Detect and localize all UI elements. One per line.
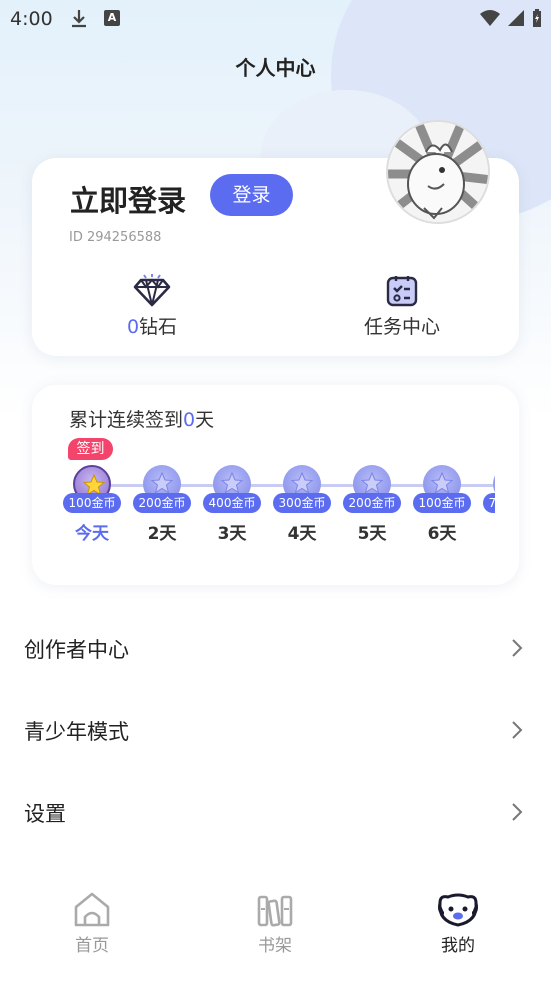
- sign-badge[interactable]: 签到: [68, 438, 113, 460]
- status-indicators: [479, 8, 543, 28]
- checkin-day[interactable]: 200金币 2天: [132, 465, 192, 544]
- status-bar: 4:00 A: [0, 0, 551, 38]
- wifi-icon: [480, 10, 500, 26]
- day-label: 今天: [75, 524, 109, 544]
- menu-label: 设置: [24, 802, 66, 826]
- day-label: 7天: [482, 519, 495, 544]
- profile-icon: [438, 893, 478, 927]
- menu-item-teen-mode[interactable]: 青少年模式: [0, 700, 551, 760]
- checkin-day[interactable]: 100金币 今天: [62, 465, 122, 544]
- checkin-track: 100金币 今天 200金币 2天 400金币 3天 300金币 4天 200金…: [62, 465, 495, 545]
- chevron-right-icon: [512, 803, 523, 821]
- reward-label: 700金币: [483, 493, 495, 513]
- tab-profile[interactable]: 我的: [413, 891, 503, 956]
- home-icon: [74, 892, 110, 927]
- checkin-count: 0: [183, 409, 196, 431]
- download-icon: [70, 8, 88, 32]
- day-label: 4天: [287, 524, 317, 544]
- task-label: 任务中心: [363, 316, 440, 338]
- task-center[interactable]: 任务中心: [342, 274, 462, 339]
- page-title: 个人中心: [235, 56, 316, 80]
- chevron-right-icon: [512, 639, 523, 657]
- checkin-day[interactable]: 700金币 7天: [482, 465, 495, 544]
- status-time: 4:00: [10, 8, 53, 30]
- tab-home[interactable]: 首页: [47, 891, 137, 956]
- user-id: ID 294256588: [69, 230, 162, 245]
- checkin-title-suffix: 天: [195, 409, 215, 431]
- checkin-title: 累计连续签到0天: [69, 405, 214, 432]
- bottom-tab-bar: 首页 书架 我的: [0, 885, 551, 981]
- checkin-day[interactable]: 100金币 6天: [412, 465, 472, 544]
- login-button[interactable]: 登录: [210, 174, 293, 216]
- menu-item-settings[interactable]: 设置: [0, 782, 551, 842]
- reward-label: 300金币: [273, 493, 331, 513]
- login-prompt[interactable]: 立即登录: [70, 178, 186, 220]
- diamond-icon: [133, 274, 171, 307]
- signal-icon: [508, 10, 524, 26]
- reward-label: 400金币: [203, 493, 261, 513]
- bookshelf-icon: [257, 895, 293, 927]
- diamond-count: 0: [126, 316, 140, 338]
- task-icon: [386, 276, 418, 307]
- diamond-label: 钻石: [139, 316, 178, 338]
- menu-label: 创作者中心: [24, 638, 129, 662]
- avatar-image: [388, 122, 488, 222]
- day-label: 6天: [427, 524, 457, 544]
- tab-label: 书架: [258, 936, 292, 956]
- notification-icon: A: [104, 10, 120, 26]
- tab-bookshelf[interactable]: 书架: [230, 891, 320, 956]
- checkin-card: 累计连续签到0天 签到 100金币 今天 200金币 2天 400金币 3天 3…: [32, 385, 519, 585]
- checkin-day[interactable]: 400金币 3天: [202, 465, 262, 544]
- avatar[interactable]: [386, 120, 490, 224]
- tab-label: 我的: [441, 936, 475, 956]
- menu-label: 青少年模式: [24, 720, 129, 744]
- checkin-title-prefix: 累计连续签到: [69, 409, 184, 431]
- day-label: 5天: [357, 524, 387, 544]
- diamond-stat[interactable]: 0钻石: [102, 274, 202, 339]
- checkin-day[interactable]: 300金币 4天: [272, 465, 332, 544]
- reward-label: 200金币: [133, 493, 191, 513]
- tab-label: 首页: [75, 936, 109, 956]
- reward-label: 100金币: [413, 493, 471, 513]
- reward-label: 100金币: [63, 493, 121, 513]
- day-label: 3天: [217, 524, 247, 544]
- checkin-day[interactable]: 200金币 5天: [342, 465, 402, 544]
- day-label: 2天: [147, 524, 177, 544]
- reward-label: 200金币: [343, 493, 401, 513]
- menu-item-creator-center[interactable]: 创作者中心: [0, 618, 551, 678]
- chevron-right-icon: [512, 721, 523, 739]
- battery-icon: [533, 9, 541, 27]
